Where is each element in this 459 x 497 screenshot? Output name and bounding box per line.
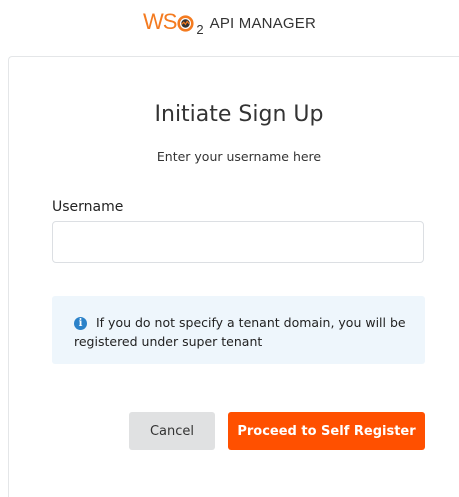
username-input[interactable] (52, 221, 424, 263)
username-label: Username (52, 199, 124, 215)
tenant-info-message: If you do not specify a tenant domain, y… (74, 315, 406, 349)
cancel-button[interactable]: Cancel (129, 412, 215, 450)
page-title: Initiate Sign Up (154, 102, 324, 127)
page-subtitle: Enter your username here (156, 149, 322, 164)
product-name: API MANAGER (209, 14, 317, 32)
header-logo-bar: WS 2 API MANAGER (0, 0, 459, 44)
info-circle-icon: i (74, 317, 87, 330)
wso2-logo: WS 2 (142, 9, 204, 37)
proceed-to-self-register-button[interactable]: Proceed to Self Register (228, 412, 425, 450)
wso2-logo-ring-icon (177, 14, 194, 32)
tenant-info-alert: i If you do not specify a tenant domain, … (52, 296, 425, 364)
